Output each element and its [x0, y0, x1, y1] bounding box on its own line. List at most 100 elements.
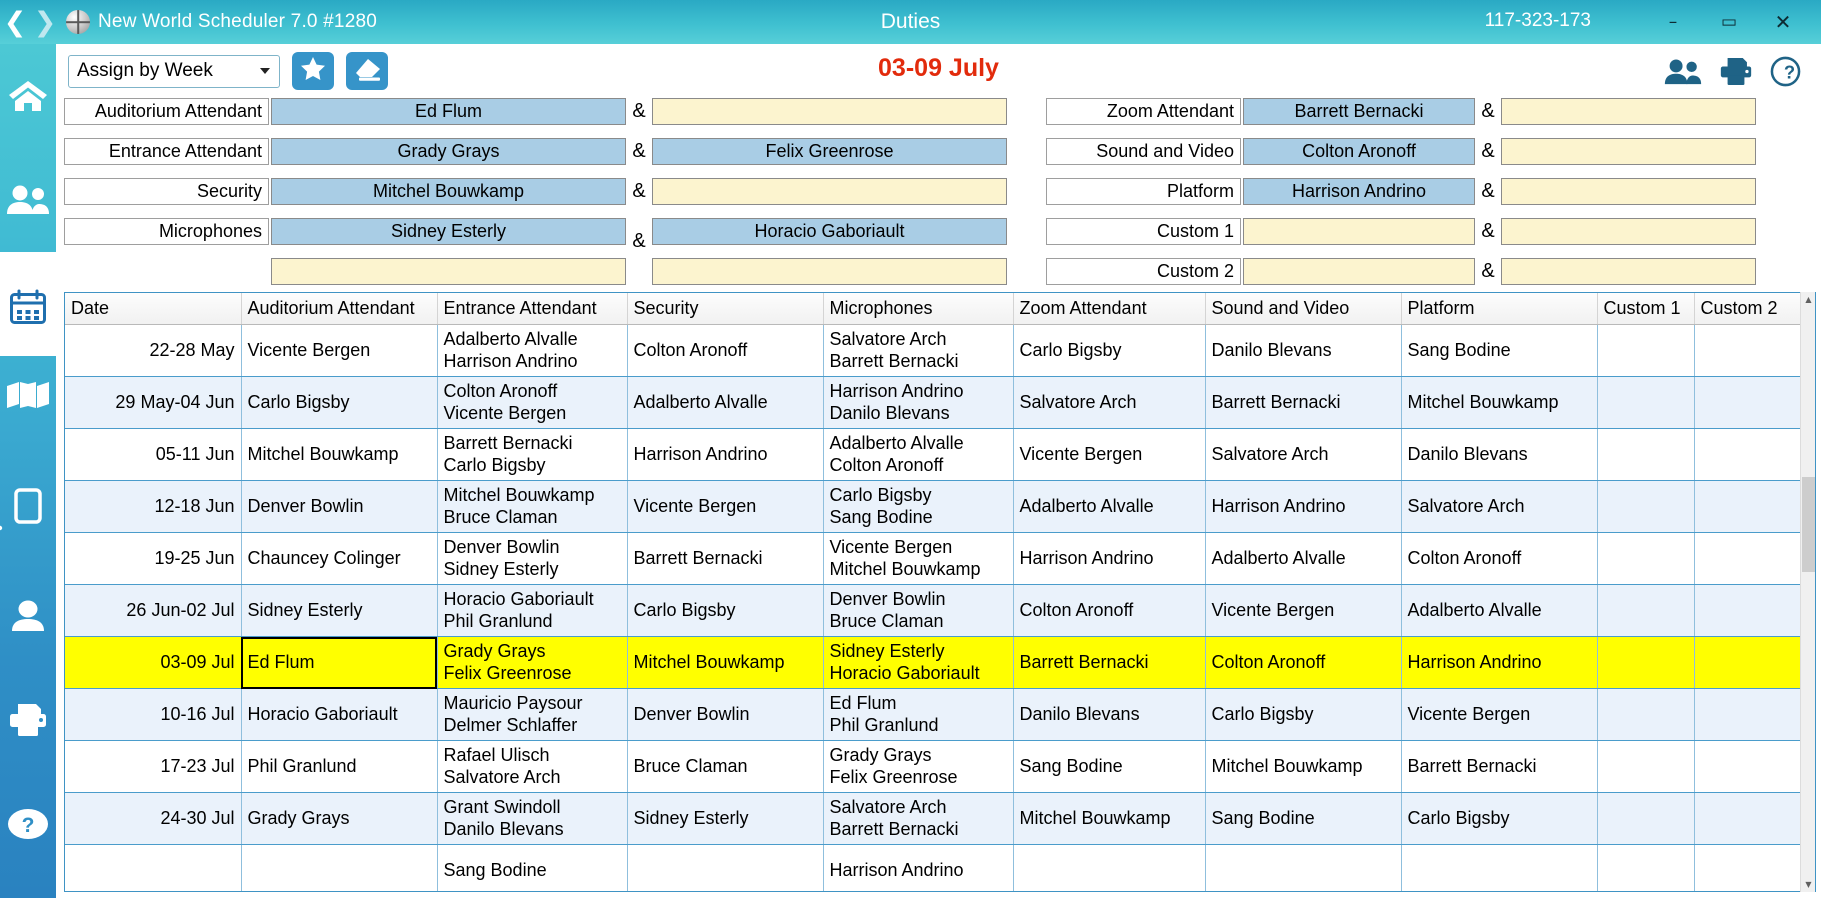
col-zoom[interactable]: Zoom Attendant — [1013, 293, 1206, 325]
duty-slot-security-secondary[interactable] — [652, 178, 1007, 205]
cell-date[interactable]: 05-11 Jun — [65, 428, 242, 481]
cell-microphones[interactable]: Adalberto Alvalle Colton Aronoff — [823, 428, 1014, 481]
duty-slot-microphones-primary[interactable]: Sidney Esterly — [271, 218, 626, 245]
cell-entrance[interactable]: Denver Bowlin Sidney Esterly — [437, 532, 628, 585]
cell-custom2[interactable] — [1694, 480, 1803, 533]
cell-platform[interactable]: Salvatore Arch — [1401, 480, 1598, 533]
cell-security[interactable]: Adalberto Alvalle — [627, 376, 824, 429]
table-row[interactable]: 10-16 Jul Horacio Gaboriault Mauricio Pays… — [65, 688, 1803, 741]
forward-chevron-icon[interactable]: ❯ — [30, 9, 60, 36]
cell-microphones[interactable]: Sidney Esterly Horacio Gaboriault — [823, 636, 1014, 689]
cell-custom1[interactable] — [1597, 480, 1695, 533]
cell-platform[interactable]: Mitchel Bouwkamp — [1401, 376, 1598, 429]
table-row[interactable]: 05-11 Jun Mitchel Bouwkamp Barrett Bernack… — [65, 428, 1803, 481]
cell-auditorium[interactable]: Ed Flum — [241, 636, 438, 689]
cell-custom2[interactable] — [1694, 324, 1803, 377]
cell-microphones[interactable]: Carlo Bigsby Sang Bodine — [823, 480, 1014, 533]
col-auditorium[interactable]: Auditorium Attendant — [241, 293, 438, 325]
col-custom2[interactable]: Custom 2 — [1694, 293, 1803, 325]
cell-entrance[interactable]: Rafael Ulisch Salvatore Arch — [437, 740, 628, 793]
sidebar-item-schedules[interactable] — [0, 252, 56, 356]
scroll-down-arrow[interactable]: ▼ — [1801, 877, 1816, 892]
back-chevron-icon[interactable]: ❮ — [0, 9, 30, 36]
cell-custom1[interactable] — [1597, 584, 1695, 637]
cell-platform[interactable] — [1401, 844, 1598, 891]
cell-sound[interactable]: Vicente Bergen — [1205, 584, 1402, 637]
duty-slot-entrance-secondary[interactable]: Felix Greenrose — [652, 138, 1007, 165]
duty-label-microphones[interactable]: Microphones — [64, 218, 269, 245]
cell-date[interactable]: 26 Jun-02 Jul — [65, 584, 242, 637]
table-row[interactable]: 12-18 Jun Denver Bowlin Mitchel Bouwkamp Br… — [65, 480, 1803, 533]
cell-entrance[interactable]: Mitchel Bouwkamp Bruce Claman — [437, 480, 628, 533]
cell-sound[interactable]: Salvatore Arch — [1205, 428, 1402, 481]
duty-slot-sound-secondary[interactable] — [1501, 138, 1756, 165]
cell-platform[interactable]: Carlo Bigsby — [1401, 792, 1598, 845]
cell-microphones[interactable]: Grady Grays Felix Greenrose — [823, 740, 1014, 793]
duty-slot-zoom-primary[interactable]: Barrett Bernacki — [1243, 98, 1475, 125]
cell-microphones[interactable]: Salvatore Arch Barrett Bernacki — [823, 792, 1014, 845]
table-row[interactable]: 24-30 Jul Grady Grays Grant Swindoll Danilo… — [65, 792, 1803, 845]
cell-platform[interactable]: Harrison Andrino — [1401, 636, 1598, 689]
cell-zoom[interactable]: Danilo Blevans — [1013, 688, 1206, 741]
cell-security[interactable]: Sidney Esterly — [627, 792, 824, 845]
cell-auditorium[interactable]: Mitchel Bouwkamp — [241, 428, 438, 481]
cell-auditorium[interactable]: Grady Grays — [241, 792, 438, 845]
table-row[interactable]: 29 May-04 Jun Carlo Bigsby Colton Aronoff V… — [65, 376, 1803, 429]
cell-auditorium[interactable]: Denver Bowlin — [241, 480, 438, 533]
table-row[interactable]: 03-09 Jul Ed Flum Grady Grays Felix Greenro… — [65, 636, 1803, 689]
cell-entrance[interactable]: Grant Swindoll Danilo Blevans — [437, 792, 628, 845]
cell-date[interactable]: 03-09 Jul — [65, 636, 242, 689]
table-row[interactable]: 17-23 Jul Phil Granlund Rafael Ulisch Salva… — [65, 740, 1803, 793]
sidebar-item-home[interactable] — [0, 44, 56, 148]
table-row[interactable]: 26 Jun-02 Jul Sidney Esterly Horacio Gabor… — [65, 584, 1803, 637]
duty-slot-auditorium-secondary[interactable] — [652, 98, 1007, 125]
cell-entrance[interactable]: Adalberto Alvalle Harrison Andrino — [437, 324, 628, 377]
duty-slot-entrance-primary[interactable]: Grady Grays — [271, 138, 626, 165]
cell-custom1[interactable] — [1597, 740, 1695, 793]
col-date[interactable]: Date — [65, 293, 242, 325]
scroll-up-arrow[interactable]: ▲ — [1801, 292, 1816, 307]
table-row[interactable]: 19-25 Jun Chauncey Colinger Denver Bowlin S… — [65, 532, 1803, 585]
cell-entrance[interactable]: Colton Aronoff Vicente Bergen — [437, 376, 628, 429]
cell-security[interactable]: Colton Aronoff — [627, 324, 824, 377]
duty-label-entrance[interactable]: Entrance Attendant — [64, 138, 269, 165]
cell-auditorium[interactable]: Horacio Gaboriault — [241, 688, 438, 741]
cell-auditorium[interactable]: Vicente Bergen — [241, 324, 438, 377]
cell-custom2[interactable] — [1694, 844, 1803, 891]
schedule-table-container[interactable]: Date Auditorium Attendant Entrance Atten… — [64, 292, 1816, 892]
table-row[interactable]: 22-28 May Vicente Bergen Adalberto Alvalle… — [65, 324, 1803, 377]
cell-security[interactable]: Harrison Andrino — [627, 428, 824, 481]
table-row[interactable]: Sang Bodine Harrison Andrino — [65, 844, 1803, 891]
cell-date[interactable]: 24-30 Jul — [65, 792, 242, 845]
cell-entrance[interactable]: Sang Bodine — [437, 844, 628, 891]
cell-custom2[interactable] — [1694, 688, 1803, 741]
duty-slot-sound-primary[interactable]: Colton Aronoff — [1243, 138, 1475, 165]
cell-sound[interactable]: Sang Bodine — [1205, 792, 1402, 845]
duty-label-custom2[interactable]: Custom 2 — [1046, 258, 1241, 285]
duty-label-security[interactable]: Security — [64, 178, 269, 205]
cell-custom1[interactable] — [1597, 532, 1695, 585]
cell-custom2[interactable] — [1694, 740, 1803, 793]
cell-zoom[interactable]: Adalberto Alvalle — [1013, 480, 1206, 533]
cell-zoom[interactable]: Salvatore Arch — [1013, 376, 1206, 429]
sidebar-item-print[interactable] — [0, 668, 56, 772]
cell-custom1[interactable] — [1597, 792, 1695, 845]
cell-entrance[interactable]: Grady Grays Felix Greenrose — [437, 636, 628, 689]
cell-date[interactable]: 17-23 Jul — [65, 740, 242, 793]
cell-custom1[interactable] — [1597, 844, 1695, 891]
cell-security[interactable] — [627, 844, 824, 891]
people-icon[interactable] — [1664, 58, 1702, 90]
cell-sound[interactable]: Adalberto Alvalle — [1205, 532, 1402, 585]
cell-custom2[interactable] — [1694, 532, 1803, 585]
duty-label-platform[interactable]: Platform — [1046, 178, 1241, 205]
cell-sound[interactable]: Carlo Bigsby — [1205, 688, 1402, 741]
cell-custom1[interactable] — [1597, 428, 1695, 481]
cell-zoom[interactable]: Harrison Andrino — [1013, 532, 1206, 585]
cell-entrance[interactable]: Barrett Bernacki Carlo Bigsby — [437, 428, 628, 481]
cell-platform[interactable]: Sang Bodine — [1401, 324, 1598, 377]
cell-zoom[interactable]: Vicente Bergen — [1013, 428, 1206, 481]
cell-microphones[interactable]: Salvatore Arch Barrett Bernacki — [823, 324, 1014, 377]
cell-sound[interactable] — [1205, 844, 1402, 891]
cell-date[interactable]: 29 May-04 Jun — [65, 376, 242, 429]
cell-date[interactable]: 10-16 Jul — [65, 688, 242, 741]
